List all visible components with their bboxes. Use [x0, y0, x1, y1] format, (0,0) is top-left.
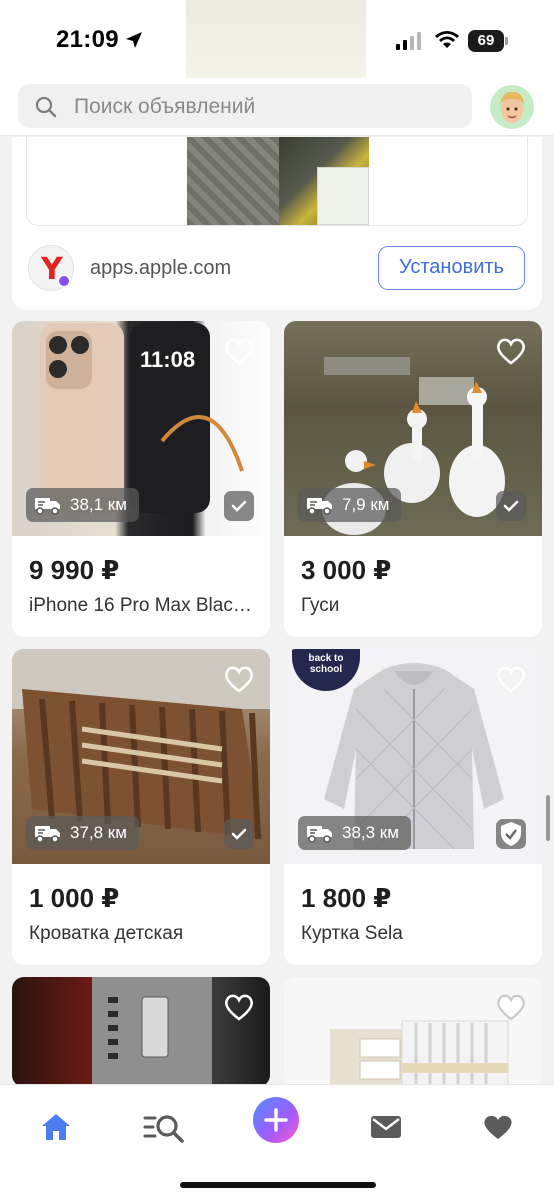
verified-badge [496, 491, 526, 521]
listing-price: 1 000 ₽ [29, 883, 120, 913]
listing-card[interactable] [12, 977, 270, 1087]
heart-icon [484, 1115, 512, 1139]
distance-badge: 7,9 км [298, 488, 402, 522]
listing-title: iPhone 16 Pro Max Black Titanium [29, 595, 257, 616]
video-thumbnail [186, 0, 366, 78]
search-list-icon [143, 1115, 184, 1143]
status-bar: 21:09 69 [0, 0, 554, 80]
verified-badge [224, 491, 254, 521]
avatar[interactable] [490, 85, 534, 129]
battery-indicator: 69 [468, 30, 508, 52]
clock: 21:09 [56, 26, 119, 53]
shield-check-icon [501, 822, 521, 846]
wifi-icon [435, 31, 459, 48]
delivery-truck-icon [35, 498, 60, 515]
check-icon [503, 500, 519, 512]
listing-card[interactable]: 7,9 км 3 000 ₽ Гуси [284, 321, 542, 637]
search-placeholder: Поиск объявлений [74, 95, 256, 118]
install-button[interactable]: Установить [378, 246, 525, 290]
battery-level: 69 [468, 30, 504, 52]
listing-title: Куртка Sela [301, 923, 403, 944]
scrollbar[interactable] [546, 795, 550, 841]
tab-search[interactable] [142, 1105, 186, 1149]
favorite-icon[interactable] [496, 337, 526, 365]
verified-badge [224, 819, 254, 849]
listing-card[interactable]: back to school 38,3 км 1 800 ₽ Куртка Se… [284, 649, 542, 965]
distance-badge: 38,1 км [26, 488, 139, 522]
map-thumbnail [317, 167, 369, 225]
search-input[interactable]: Поиск объявлений [18, 84, 472, 128]
listing-price: 9 990 ₽ [29, 555, 120, 585]
tab-messages[interactable] [364, 1105, 408, 1149]
yandex-browser-logo: Y [28, 245, 74, 291]
cellular-signal-icon [396, 32, 421, 50]
distance-label: 38,3 км [342, 823, 399, 842]
tab-home[interactable] [34, 1105, 78, 1149]
delivery-truck-icon [307, 826, 332, 843]
favorite-icon[interactable] [224, 665, 254, 693]
listing-card[interactable]: 37,8 км 1 000 ₽ Кроватка детская [12, 649, 270, 965]
ad-banner[interactable]: Y apps.apple.com Установить [12, 137, 542, 310]
listing-title: Гуси [301, 595, 340, 616]
shield-badge [496, 819, 526, 849]
check-icon [231, 500, 247, 512]
listing-price: 3 000 ₽ [301, 555, 392, 585]
svg-text:11:08: 11:08 [140, 347, 195, 372]
tab-favorites[interactable] [476, 1105, 520, 1149]
favorite-icon[interactable] [496, 993, 526, 1021]
location-arrow-icon [126, 32, 142, 48]
check-icon [231, 828, 247, 840]
home-icon [42, 1114, 70, 1140]
home-indicator [180, 1182, 376, 1188]
delivery-truck-icon [35, 826, 60, 843]
distance-badge: 38,3 км [298, 816, 411, 850]
add-icon [264, 1108, 288, 1132]
listing-price: 1 800 ₽ [301, 883, 392, 913]
favorite-icon[interactable] [496, 665, 526, 693]
search-icon [35, 96, 57, 118]
favorite-icon[interactable] [224, 337, 254, 365]
listing-card[interactable]: 11:08 38,1 км 9 990 ₽ iPhone 16 Pro Max … [12, 321, 270, 637]
listing-card[interactable] [284, 977, 542, 1087]
ad-image [26, 137, 528, 226]
distance-label: 38,1 км [70, 495, 127, 514]
mail-icon [371, 1116, 401, 1138]
distance-label: 7,9 км [342, 495, 390, 514]
favorite-icon[interactable] [224, 993, 254, 1021]
ad-domain: apps.apple.com [90, 257, 232, 279]
tab-add[interactable] [253, 1097, 299, 1143]
distance-label: 37,8 км [70, 823, 127, 842]
delivery-truck-icon [307, 498, 332, 515]
listing-title: Кроватка детская [29, 923, 184, 944]
distance-badge: 37,8 км [26, 816, 139, 850]
avatar-memoji-icon [500, 91, 524, 123]
